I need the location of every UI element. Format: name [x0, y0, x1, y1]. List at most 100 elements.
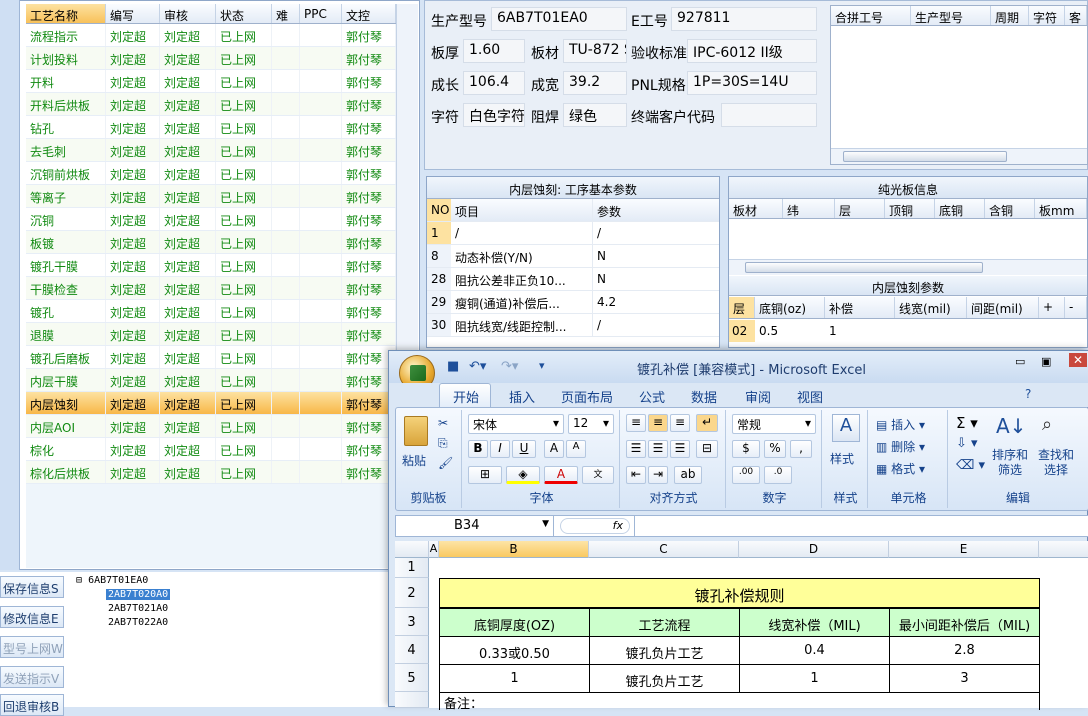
param-row[interactable]: 8 动态补偿(Y/N) N	[427, 245, 719, 268]
row-header-3[interactable]: 3	[395, 608, 429, 636]
tab-view[interactable]: 视图	[797, 387, 823, 406]
row-header-5[interactable]: 5	[395, 664, 429, 692]
minimize-icon[interactable]: ▭	[1015, 355, 1025, 368]
accept-standard-field[interactable]: IPC-6012 II级	[687, 39, 817, 63]
process-row[interactable]: 开料后烘板 刘定超 刘定超 已上网 郭付琴	[26, 93, 396, 116]
column-header-c[interactable]: C	[589, 541, 739, 558]
tab-review[interactable]: 审阅	[745, 387, 771, 406]
material-field[interactable]: TU-872 S	[563, 39, 627, 63]
process-row[interactable]: 计划投料 刘定超 刘定超 已上网 郭付琴	[26, 47, 396, 70]
format-painter-icon[interactable]: 🖌	[438, 456, 453, 470]
font-name-select[interactable]: 宋体 ▾	[468, 414, 564, 434]
e-number-field[interactable]: 927811	[671, 7, 817, 31]
align-center-icon[interactable]: ☰	[648, 440, 668, 458]
delete-cells-button[interactable]: ▥ 删除 ▾	[876, 438, 925, 455]
col-no[interactable]: NO	[427, 199, 451, 221]
table-header-cell[interactable]: 最小间距补偿后（MIL)	[889, 608, 1040, 637]
col-status[interactable]: 状态	[216, 4, 272, 23]
italic-icon[interactable]: I	[490, 440, 510, 458]
column-header-a[interactable]: A	[429, 541, 439, 558]
col-layer[interactable]: 层	[729, 297, 755, 318]
table-cell[interactable]: 0.4	[739, 636, 890, 665]
col-process-name[interactable]: 工艺名称	[26, 4, 106, 23]
process-row[interactable]: 沉铜 刘定超 刘定超 已上网 郭付琴	[26, 208, 396, 231]
solder-mask-field[interactable]: 绿色	[563, 103, 627, 127]
pnl-field[interactable]: 1P=30S=14U	[687, 71, 817, 95]
process-row[interactable]: 等离子 刘定超 刘定超 已上网 郭付琴	[26, 185, 396, 208]
model-field[interactable]: 6AB7T01EA0	[491, 7, 627, 31]
col-difficulty[interactable]: 难	[272, 4, 300, 23]
model-online-button[interactable]: 型号上网W	[0, 636, 64, 658]
param-row[interactable]: 28 阻抗公差非正负10... N	[427, 268, 719, 291]
process-row[interactable]: 钻孔 刘定超 刘定超 已上网 郭付琴	[26, 116, 396, 139]
increase-decimal-icon[interactable]: .00	[732, 466, 760, 484]
param-row[interactable]: 1//	[427, 222, 719, 245]
table-cell[interactable]: 0.33或0.50	[439, 636, 590, 665]
fill-color-icon[interactable]: ◈	[506, 466, 540, 484]
col-layer[interactable]: 层	[835, 199, 885, 218]
process-row[interactable]: 开料 刘定超 刘定超 已上网 郭付琴	[26, 70, 396, 93]
border-icon[interactable]: ⊞	[468, 466, 502, 484]
align-bottom-icon[interactable]: ≡	[670, 414, 690, 432]
col-spacing[interactable]: 间距(mil)	[967, 297, 1039, 318]
name-box[interactable]: B34 ▼	[396, 516, 554, 536]
paste-icon[interactable]	[404, 416, 428, 446]
process-row[interactable]: 干膜检查 刘定超 刘定超 已上网 郭付琴	[26, 277, 396, 300]
col-reviewer[interactable]: 审核	[160, 4, 216, 23]
param-row[interactable]: 29 瘦铜(通道)补偿后... 4.2	[427, 291, 719, 314]
column-header-e[interactable]: E	[889, 541, 1039, 558]
paste-button[interactable]: 粘贴	[402, 452, 426, 469]
merge-center-icon[interactable]: ⊟	[696, 440, 718, 458]
column-header-b[interactable]: B	[439, 541, 589, 558]
sort-filter-button[interactable]: 排序和筛选	[990, 448, 1030, 478]
process-row[interactable]: 镀孔 刘定超 刘定超 已上网 郭付琴	[26, 300, 396, 323]
col-model[interactable]: 生产型号	[911, 6, 991, 25]
redo-icon[interactable]: ↷▾	[501, 359, 518, 374]
plain-board-hscroll[interactable]	[729, 259, 1087, 275]
tab-home[interactable]: 开始	[453, 387, 479, 406]
process-row[interactable]: 内层干膜 刘定超 刘定超 已上网 郭付琴	[26, 369, 396, 392]
decrease-decimal-icon[interactable]: .0	[764, 466, 792, 484]
col-material[interactable]: 板材	[729, 199, 783, 218]
format-cells-button[interactable]: ▦ 格式 ▾	[876, 460, 925, 477]
tree-node[interactable]: 2AB7T020A0	[76, 588, 416, 602]
bold-icon[interactable]: B	[468, 440, 488, 458]
column-header-d[interactable]: D	[739, 541, 889, 558]
table-cell[interactable]: 1	[439, 664, 590, 693]
width-field[interactable]: 39.2	[563, 71, 627, 95]
tree-root[interactable]: ⊟ 6AB7T01EA0	[76, 574, 416, 588]
font-color-icon[interactable]: A	[544, 466, 578, 484]
align-middle-icon[interactable]: ≡	[648, 414, 668, 432]
process-row[interactable]: 沉铜前烘板 刘定超 刘定超 已上网 郭付琴	[26, 162, 396, 185]
tree-node[interactable]: 2AB7T021A0	[76, 602, 416, 616]
process-row[interactable]: 内层蚀刻 刘定超 刘定超 已上网 郭付琴	[26, 392, 396, 415]
process-row[interactable]: 棕化 刘定超 刘定超 已上网 郭付琴	[26, 438, 396, 461]
row-header-1[interactable]: 1	[395, 558, 429, 578]
underline-icon[interactable]: U	[512, 440, 536, 458]
col-param[interactable]: 参数	[593, 199, 713, 221]
length-field[interactable]: 106.4	[463, 71, 525, 95]
col-merge-no[interactable]: 合拼工号	[831, 6, 911, 25]
merge-grid-hscroll[interactable]	[831, 148, 1087, 164]
copy-icon[interactable]: ⎘	[438, 436, 448, 451]
name-box-dropdown-icon[interactable]: ▼	[542, 519, 549, 529]
note-cell[interactable]: 备注：	[439, 692, 1040, 710]
col-copper[interactable]: 含铜	[985, 199, 1035, 218]
process-row[interactable]: 退膜 刘定超 刘定超 已上网 郭付琴	[26, 323, 396, 346]
tree-node[interactable]: 2AB7T022A0	[76, 616, 416, 630]
styles-icon[interactable]: A	[832, 414, 860, 442]
left-splitter[interactable]	[0, 0, 20, 570]
col-customer[interactable]: 客	[1065, 6, 1087, 25]
undo-icon[interactable]: ↶▾	[469, 359, 486, 374]
clear-icon[interactable]: ⌫ ▾	[956, 458, 985, 473]
fill-icon[interactable]: ⇩ ▾	[956, 436, 978, 451]
phonetic-icon[interactable]: 文	[582, 466, 614, 484]
align-left-icon[interactable]: ☰	[626, 440, 646, 458]
align-right-icon[interactable]: ☰	[670, 440, 690, 458]
find-select-button[interactable]: 查找和选择	[1036, 448, 1076, 478]
row-header-2[interactable]: 2	[395, 578, 429, 608]
number-format-select[interactable]: 常规 ▾	[732, 414, 816, 434]
process-row[interactable]: 流程指示 刘定超 刘定超 已上网 郭付琴	[26, 24, 396, 47]
customer-code-field[interactable]	[721, 103, 817, 127]
table-header-cell[interactable]: 工艺流程	[589, 608, 740, 637]
